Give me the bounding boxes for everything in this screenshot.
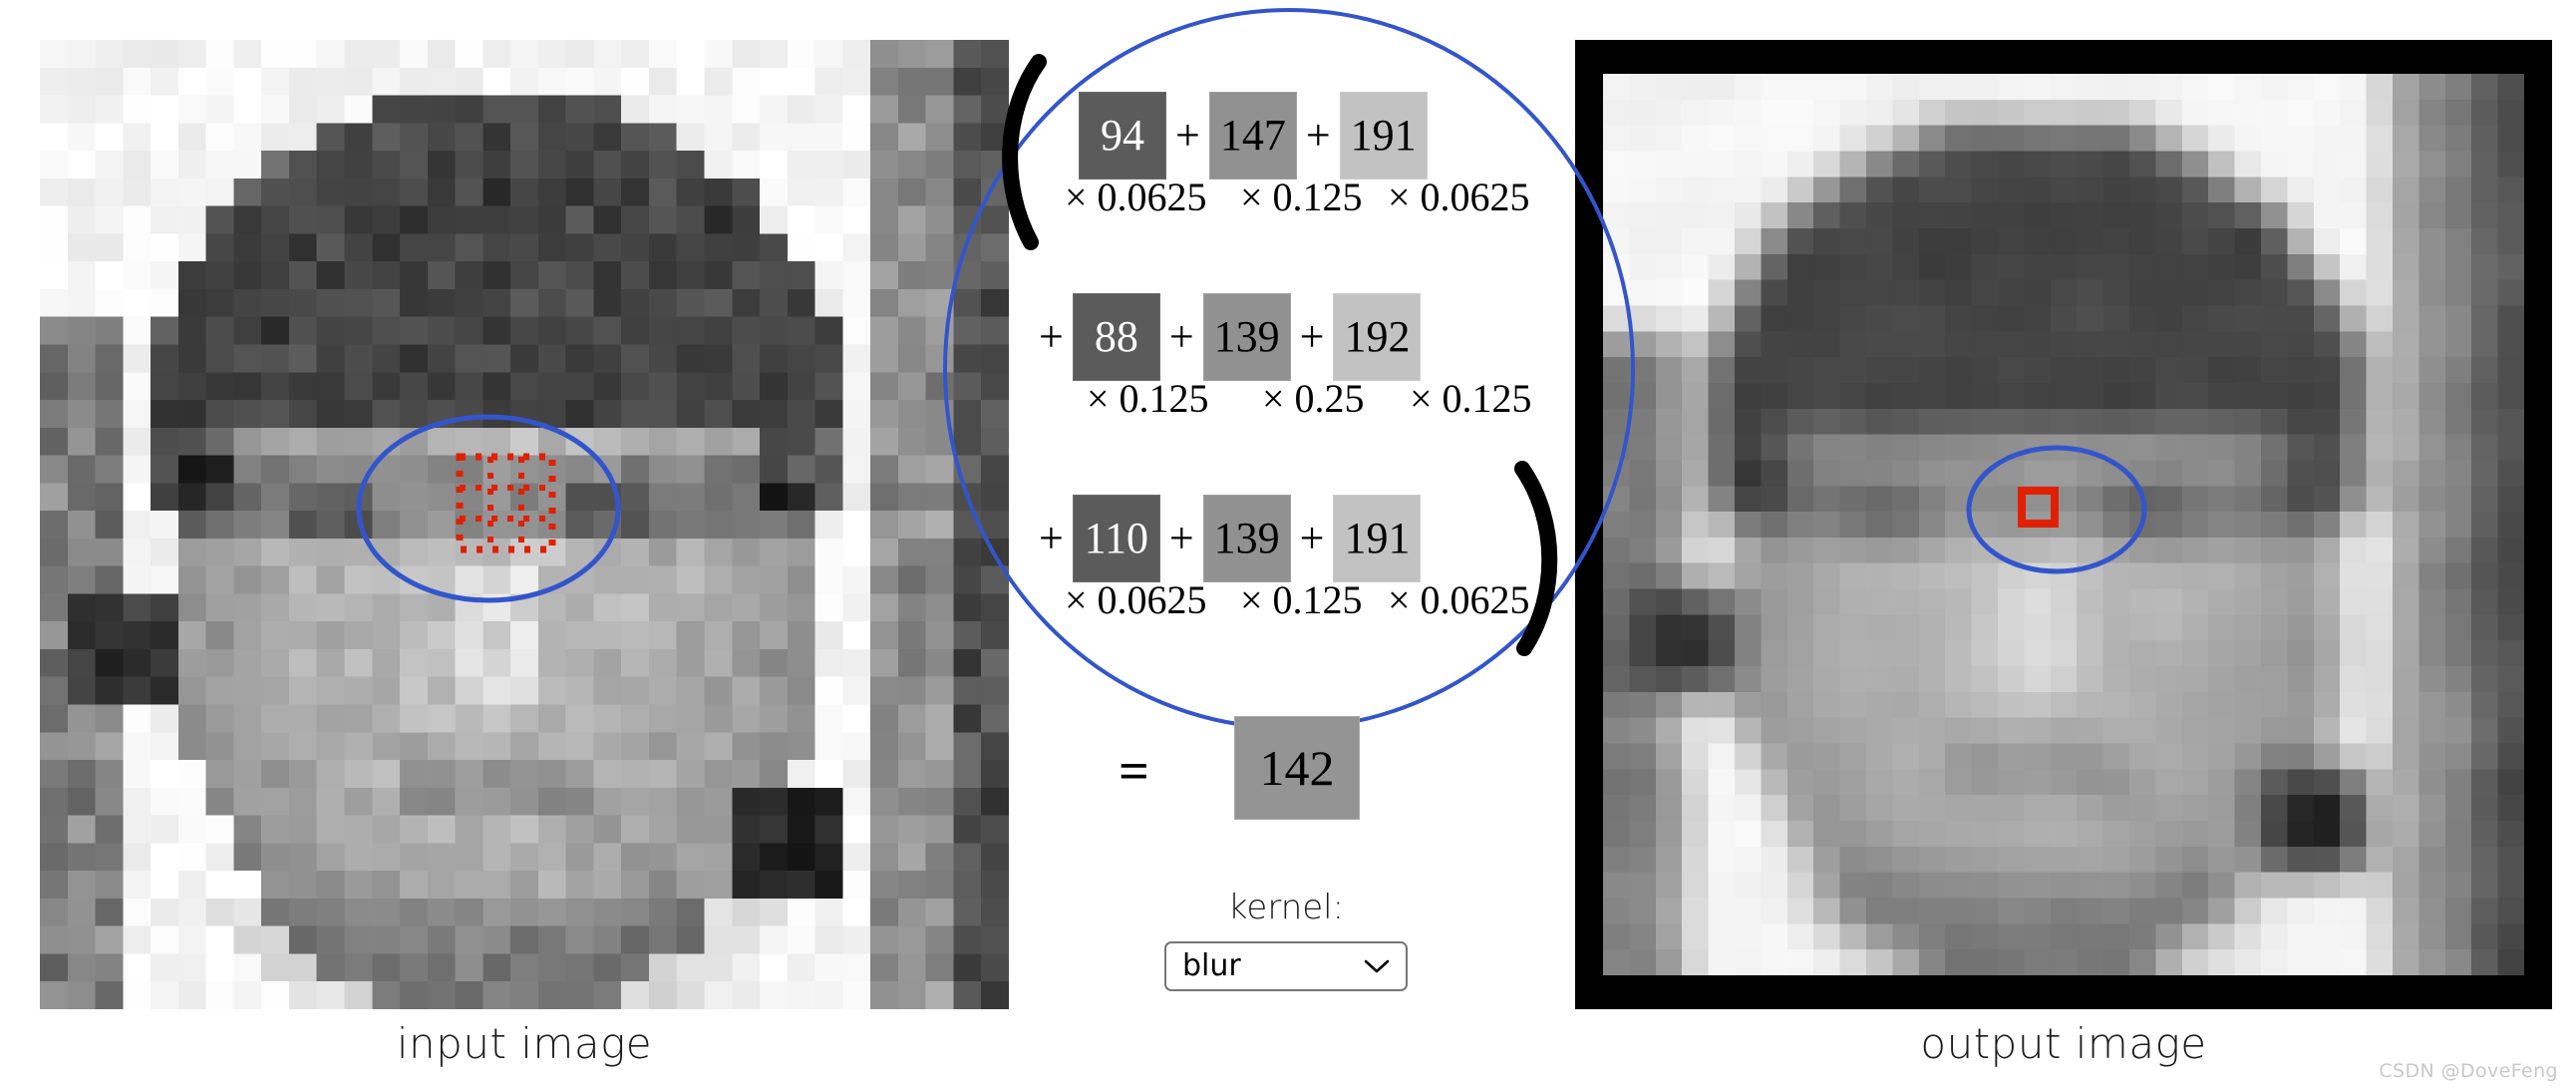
kernel-weight: × 0.0625 bbox=[1388, 175, 1530, 219]
equals-operator: = bbox=[1119, 741, 1149, 801]
pixel-swatch: 191 bbox=[1339, 92, 1428, 180]
pixel-swatch: 110 bbox=[1072, 495, 1160, 582]
plus-operator: + bbox=[1299, 514, 1325, 562]
watermark: CSDN @DoveFeng bbox=[2379, 1060, 2558, 1082]
result-pixel-swatch: 142 bbox=[1234, 716, 1360, 820]
input-image-canvas bbox=[40, 40, 1009, 1009]
pixel-swatch: 147 bbox=[1208, 92, 1297, 180]
kernel-weight: × 0.0625 bbox=[1388, 577, 1530, 622]
pixel-swatch: 139 bbox=[1202, 293, 1291, 381]
plus-operator: + bbox=[1305, 111, 1331, 160]
kernel-weight: × 0.125 bbox=[1087, 376, 1209, 421]
chevron-down-icon bbox=[1364, 959, 1390, 973]
kernel-weight: × 0.0625 bbox=[1065, 577, 1207, 622]
kernel-weight: × 0.125 bbox=[1410, 376, 1532, 421]
formula-row: + 88 + 139 + 192 × 0.125 × 0.25 × 0.125 bbox=[1017, 283, 1575, 443]
kernel-select[interactable]: blur bbox=[1164, 941, 1408, 991]
kernel-weight: × 0.25 bbox=[1262, 376, 1365, 421]
kernel-weight: × 0.125 bbox=[1240, 175, 1363, 219]
input-image-label: input image bbox=[396, 1019, 653, 1068]
output-image-panel[interactable] bbox=[1575, 40, 2552, 1009]
formula-row-weights: × 0.125 × 0.25 × 0.125 bbox=[1087, 375, 1532, 422]
convolution-formula: 94 + 147 + 191 × 0.0625 × 0.125 × 0.0625… bbox=[1017, 60, 1575, 718]
kernel-weight: × 0.0625 bbox=[1065, 175, 1207, 219]
formula-row: 94 + 147 + 191 × 0.0625 × 0.125 × 0.0625 bbox=[1017, 82, 1575, 241]
pixel-swatch: 139 bbox=[1202, 495, 1291, 582]
plus-operator: + bbox=[1175, 111, 1200, 160]
input-image-panel[interactable] bbox=[40, 40, 1009, 1009]
formula-row-weights: × 0.0625 × 0.125 × 0.0625 bbox=[1065, 576, 1530, 623]
kernel-control: kernel: blur bbox=[1136, 888, 1436, 991]
pixel-swatch: 94 bbox=[1079, 92, 1166, 180]
formula-result-row: = 142 bbox=[1087, 716, 1505, 826]
formula-row-weights: × 0.0625 × 0.125 × 0.0625 bbox=[1065, 174, 1530, 220]
pixel-swatch: 88 bbox=[1072, 293, 1160, 381]
plus-operator: + bbox=[1039, 514, 1064, 562]
pixel-swatch: 191 bbox=[1333, 495, 1422, 582]
plus-operator: + bbox=[1168, 312, 1194, 361]
formula-row: + 110 + 139 + 191 × 0.0625 × 0.125 × 0.0… bbox=[1017, 485, 1575, 644]
pixel-swatch: 192 bbox=[1333, 293, 1422, 381]
kernel-weight: × 0.125 bbox=[1240, 577, 1363, 622]
plus-operator: + bbox=[1168, 514, 1194, 562]
plus-operator: + bbox=[1039, 312, 1064, 361]
plus-operator: + bbox=[1299, 312, 1325, 361]
kernel-selected-value: blur bbox=[1182, 948, 1241, 983]
kernel-label: kernel: bbox=[1227, 888, 1345, 927]
output-image-canvas bbox=[1603, 74, 2524, 975]
